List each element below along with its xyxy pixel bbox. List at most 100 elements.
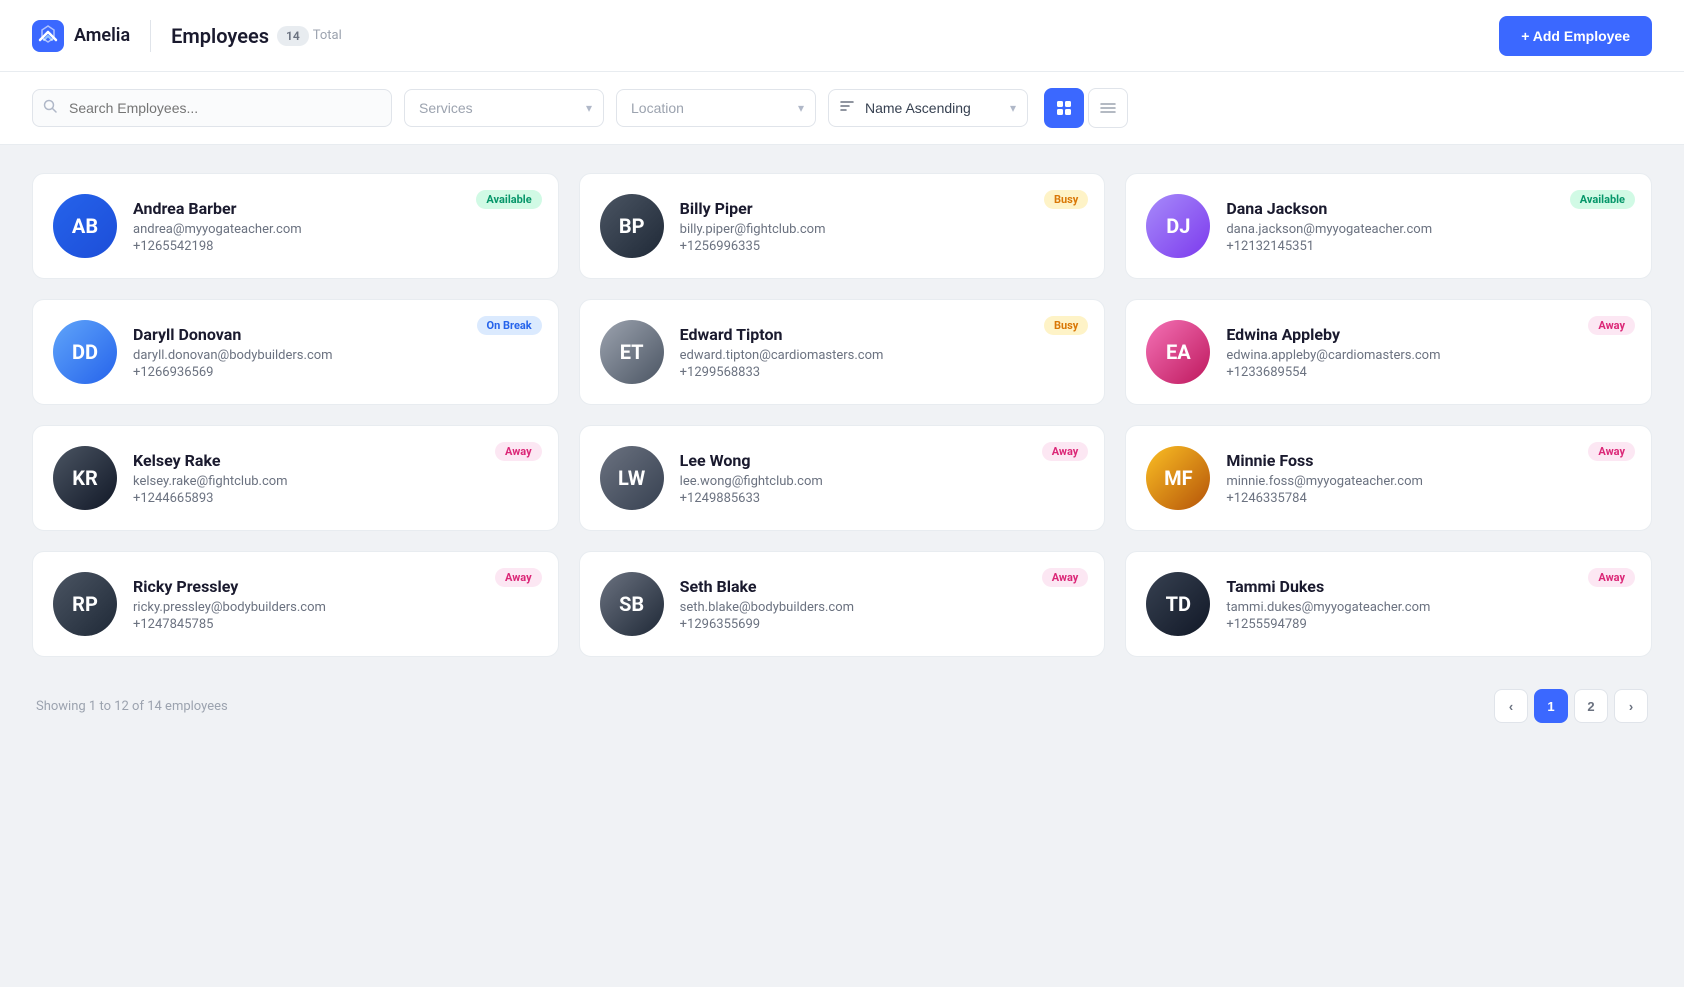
status-badge: Available — [1570, 190, 1635, 209]
status-badge: Busy — [1044, 190, 1088, 209]
view-toggle — [1044, 88, 1128, 128]
pagination-prev[interactable]: ‹ — [1494, 689, 1528, 723]
employee-email: minnie.foss@myyogateacher.com — [1226, 474, 1631, 489]
sort-icon — [839, 99, 855, 117]
employee-name: Edward Tipton — [680, 325, 1085, 344]
employee-card[interactable]: Away EA Edwina Appleby edwina.appleby@ca… — [1125, 299, 1652, 405]
grid-view-button[interactable] — [1044, 88, 1084, 128]
services-filter-wrap: Services — [404, 89, 604, 127]
card-info: Edwina Appleby edwina.appleby@cardiomast… — [1226, 325, 1631, 380]
card-info: Lee Wong lee.wong@fightclub.com +1249885… — [680, 451, 1085, 506]
logo-area: Amelia — [32, 20, 130, 52]
pagination-page-2[interactable]: 2 — [1574, 689, 1608, 723]
card-info: Dana Jackson dana.jackson@myyogateacher.… — [1226, 199, 1631, 254]
employee-email: dana.jackson@myyogateacher.com — [1226, 222, 1631, 237]
employee-card[interactable]: Away TD Tammi Dukes tammi.dukes@myyogate… — [1125, 551, 1652, 657]
avatar: RP — [53, 572, 117, 636]
sort-select[interactable]: Name Ascending — [828, 89, 1028, 127]
employee-name: Kelsey Rake — [133, 451, 538, 470]
employee-email: ricky.pressley@bodybuilders.com — [133, 600, 538, 615]
card-info: Andrea Barber andrea@myyogateacher.com +… — [133, 199, 538, 254]
logo-icon — [32, 20, 64, 52]
avatar: SB — [600, 572, 664, 636]
employee-card[interactable]: Busy BP Billy Piper billy.piper@fightclu… — [579, 173, 1106, 279]
employee-phone: +1296355699 — [680, 617, 1085, 632]
employee-phone: +1246335784 — [1226, 491, 1631, 506]
employee-card[interactable]: Available DJ Dana Jackson dana.jackson@m… — [1125, 173, 1652, 279]
employee-card[interactable]: Away KR Kelsey Rake kelsey.rake@fightclu… — [32, 425, 559, 531]
card-info: Daryll Donovan daryll.donovan@bodybuilde… — [133, 325, 538, 380]
pagination-next[interactable]: › — [1614, 689, 1648, 723]
employee-phone: +1244665893 — [133, 491, 538, 506]
status-badge: Busy — [1044, 316, 1088, 335]
list-view-button[interactable] — [1088, 88, 1128, 128]
pagination-controls: ‹12› — [1494, 689, 1648, 723]
employee-email: lee.wong@fightclub.com — [680, 474, 1085, 489]
status-badge: Away — [1588, 442, 1635, 461]
employee-email: andrea@myyogateacher.com — [133, 222, 538, 237]
services-filter[interactable]: Services — [404, 89, 604, 127]
employee-count-badge: 14 — [277, 26, 309, 46]
card-info: Seth Blake seth.blake@bodybuilders.com +… — [680, 577, 1085, 632]
employee-card[interactable]: On Break DD Daryll Donovan daryll.donova… — [32, 299, 559, 405]
employee-card[interactable]: Away MF Minnie Foss minnie.foss@myyogate… — [1125, 425, 1652, 531]
employee-phone: +1266936569 — [133, 365, 538, 380]
employee-phone: +1299568833 — [680, 365, 1085, 380]
avatar: MF — [1146, 446, 1210, 510]
employee-name: Lee Wong — [680, 451, 1085, 470]
employee-phone: +1247845785 — [133, 617, 538, 632]
main-content: Available AB Andrea Barber andrea@myyoga… — [0, 145, 1684, 751]
avatar: KR — [53, 446, 117, 510]
employee-grid: Available AB Andrea Barber andrea@myyoga… — [32, 173, 1652, 657]
employee-phone: +1255594789 — [1226, 617, 1631, 632]
employee-phone: +1249885633 — [680, 491, 1085, 506]
employee-name: Minnie Foss — [1226, 451, 1631, 470]
employee-email: edwina.appleby@cardiomasters.com — [1226, 348, 1631, 363]
employee-email: edward.tipton@cardiomasters.com — [680, 348, 1085, 363]
card-info: Minnie Foss minnie.foss@myyogateacher.co… — [1226, 451, 1631, 506]
avatar: BP — [600, 194, 664, 258]
employee-phone: +1233689554 — [1226, 365, 1631, 380]
employee-email: daryll.donovan@bodybuilders.com — [133, 348, 538, 363]
pagination-info: Showing 1 to 12 of 14 employees — [36, 699, 228, 714]
search-box — [32, 89, 392, 127]
avatar: ET — [600, 320, 664, 384]
employee-email: kelsey.rake@fightclub.com — [133, 474, 538, 489]
employee-name: Billy Piper — [680, 199, 1085, 218]
employee-name: Tammi Dukes — [1226, 577, 1631, 596]
status-badge: Away — [495, 568, 542, 587]
employee-email: seth.blake@bodybuilders.com — [680, 600, 1085, 615]
avatar: EA — [1146, 320, 1210, 384]
employee-card[interactable]: Away LW Lee Wong lee.wong@fightclub.com … — [579, 425, 1106, 531]
employee-card[interactable]: Away SB Seth Blake seth.blake@bodybuilde… — [579, 551, 1106, 657]
employee-phone: +12132145351 — [1226, 239, 1631, 254]
search-input[interactable] — [32, 89, 392, 127]
avatar: AB — [53, 194, 117, 258]
employee-name: Seth Blake — [680, 577, 1085, 596]
employee-phone: +1256996335 — [680, 239, 1085, 254]
card-info: Tammi Dukes tammi.dukes@myyogateacher.co… — [1226, 577, 1631, 632]
employee-card[interactable]: Busy ET Edward Tipton edward.tipton@card… — [579, 299, 1106, 405]
card-info: Ricky Pressley ricky.pressley@bodybuilde… — [133, 577, 538, 632]
card-info: Billy Piper billy.piper@fightclub.com +1… — [680, 199, 1085, 254]
card-info: Kelsey Rake kelsey.rake@fightclub.com +1… — [133, 451, 538, 506]
sort-wrap: Name Ascending — [828, 89, 1028, 127]
add-employee-button[interactable]: + Add Employee — [1499, 16, 1652, 56]
status-badge: Away — [495, 442, 542, 461]
search-icon — [43, 99, 57, 117]
location-filter[interactable]: Location — [616, 89, 816, 127]
location-filter-wrap: Location — [616, 89, 816, 127]
toolbar: Services Location Name Ascending — [0, 72, 1684, 145]
employee-name: Edwina Appleby — [1226, 325, 1631, 344]
status-badge: Available — [476, 190, 541, 209]
status-badge: On Break — [477, 316, 542, 335]
employee-card[interactable]: Away RP Ricky Pressley ricky.pressley@bo… — [32, 551, 559, 657]
pagination-page-1[interactable]: 1 — [1534, 689, 1568, 723]
employee-card[interactable]: Available AB Andrea Barber andrea@myyoga… — [32, 173, 559, 279]
pagination-bar: Showing 1 to 12 of 14 employees ‹12› — [32, 689, 1652, 723]
card-info: Edward Tipton edward.tipton@cardiomaster… — [680, 325, 1085, 380]
avatar: TD — [1146, 572, 1210, 636]
avatar: DD — [53, 320, 117, 384]
status-badge: Away — [1588, 316, 1635, 335]
employee-phone: +1265542198 — [133, 239, 538, 254]
